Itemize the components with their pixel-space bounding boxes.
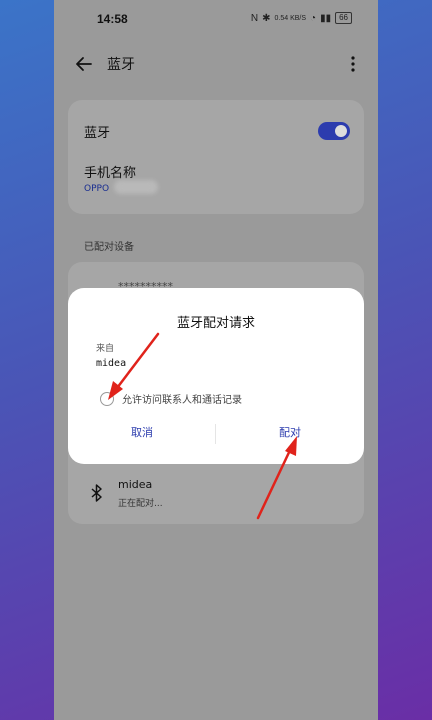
back-arrow-icon[interactable] (74, 54, 94, 74)
contacts-access-label[interactable]: 允许访问联系人和通话记录 (122, 391, 242, 406)
dialog-title: 蓝牙配对请求 (176, 316, 255, 331)
status-bar: 14:58 N ✱ 0.54 KB/S ◔ ▮▮ 66 (54, 0, 378, 40)
contacts-access-checkbox[interactable] (100, 392, 114, 406)
page-title: 蓝牙 (107, 57, 135, 73)
cancel-button[interactable]: 取消 (98, 424, 186, 440)
device-name-value[interactable]: OPPO (84, 184, 109, 194)
bluetooth-icon (91, 484, 102, 502)
more-options-icon[interactable] (350, 55, 356, 73)
requesting-device: midea (96, 358, 127, 369)
redacted-name-blur (114, 180, 158, 194)
pairing-status: 正在配对... (118, 499, 163, 509)
bluetooth-toggle-label: 蓝牙 (84, 126, 111, 141)
bluetooth-toggle[interactable] (318, 122, 350, 140)
pairing-request-dialog: 蓝牙配对请求 来自 midea 允许访问联系人和通话记录 取消 配对 (68, 288, 364, 464)
device-name-label: 手机名称 (84, 166, 137, 181)
button-divider (215, 424, 216, 444)
app-bar: 蓝牙 (54, 44, 378, 84)
network-rate: 0.54 KB/S (274, 14, 307, 22)
wifi-icon: ◔ (310, 12, 317, 24)
from-label: 来自 (96, 344, 115, 354)
battery-icon: 66 (335, 12, 352, 24)
bluetooth-settings-card: 蓝牙 手机名称 OPPO (68, 100, 364, 214)
status-time: 14:58 (97, 12, 128, 26)
pairing-device-name[interactable]: midea (118, 478, 152, 491)
paired-devices-header: 已配对设备 (84, 242, 134, 253)
toggle-knob (335, 125, 347, 137)
nfc-icon: N (250, 12, 259, 24)
status-icons: N ✱ 0.54 KB/S ◔ ▮▮ 66 (251, 12, 352, 24)
signal-icon: ▮▮ (320, 12, 332, 24)
bluetooth-status-icon: ✱ (262, 12, 271, 24)
pair-button[interactable]: 配对 (246, 424, 334, 440)
